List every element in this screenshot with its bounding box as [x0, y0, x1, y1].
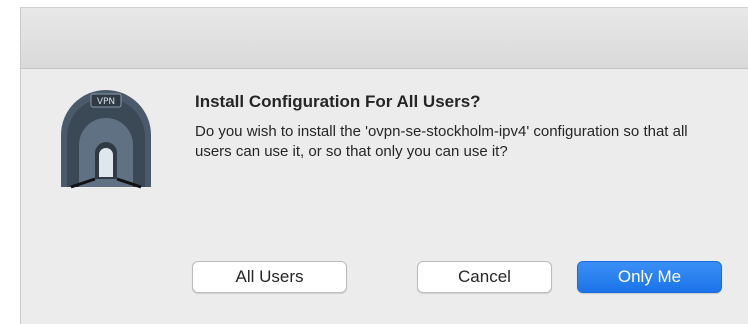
vpn-tunnel-icon: VPN — [57, 89, 155, 189]
dialog-titlebar[interactable] — [21, 8, 748, 69]
install-configuration-dialog: VPN Install Configuration For All Users?… — [20, 7, 748, 324]
dialog-title: Install Configuration For All Users? — [195, 92, 481, 111]
cancel-button[interactable]: Cancel — [417, 261, 552, 293]
dialog-message: Do you wish to install the 'ovpn-se-stoc… — [195, 123, 688, 160]
dialog-content: VPN Install Configuration For All Users?… — [21, 69, 748, 324]
only-me-button[interactable]: Only Me — [577, 261, 722, 293]
all-users-button[interactable]: All Users — [192, 261, 347, 293]
vpn-badge-label: VPN — [97, 97, 115, 107]
